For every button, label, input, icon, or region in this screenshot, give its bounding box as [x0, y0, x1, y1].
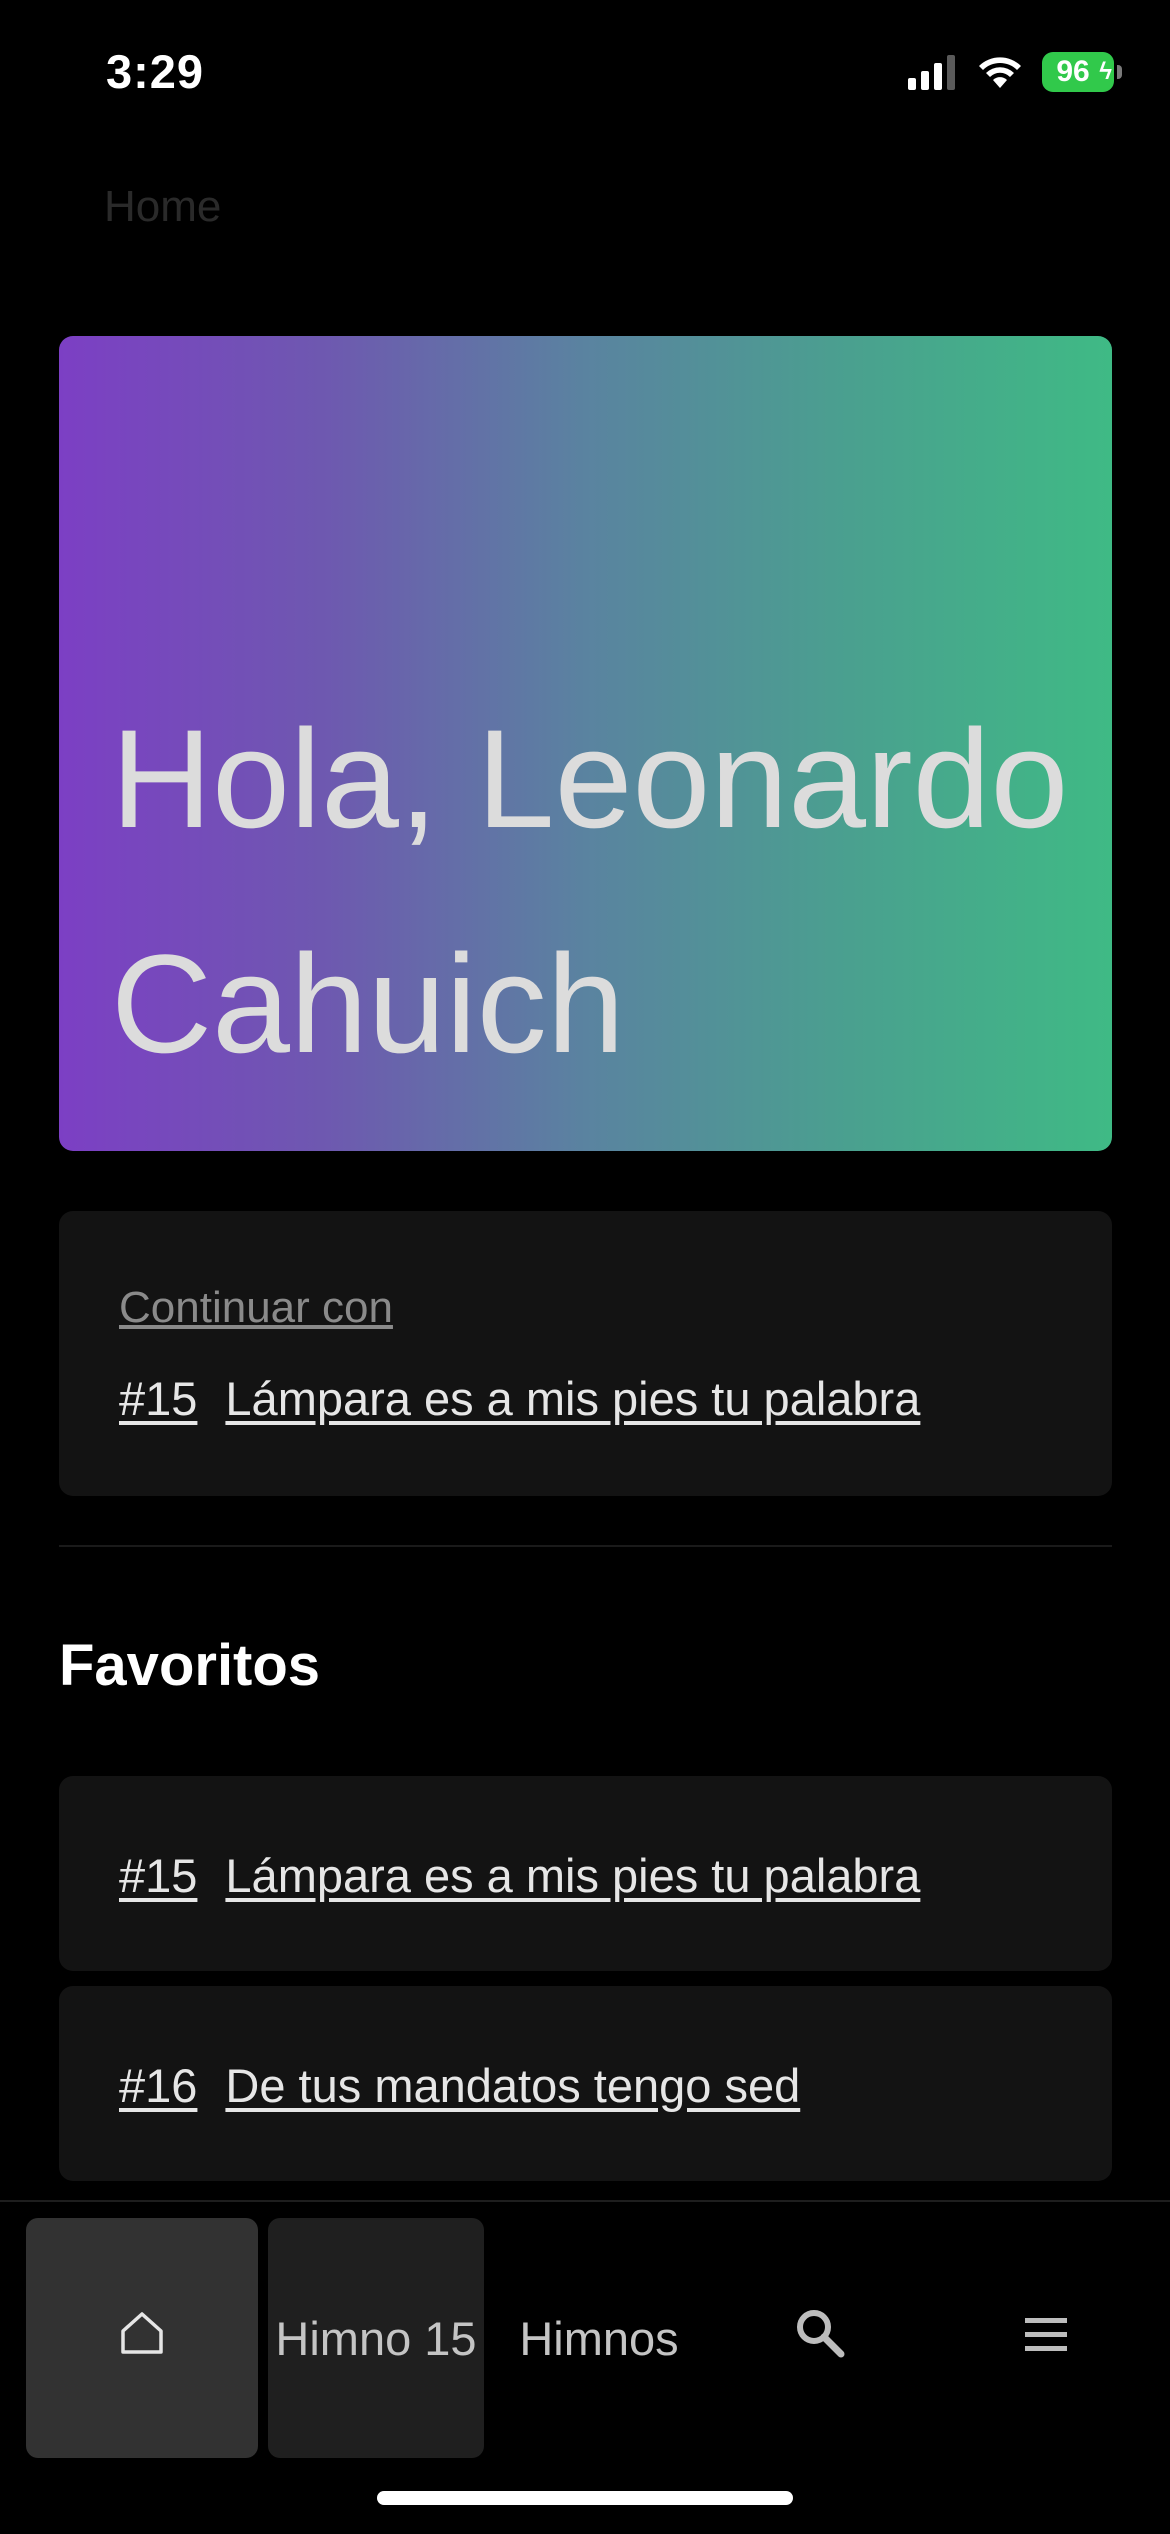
favorite-hymn-link[interactable]: #16 De tus mandatos tengo sed — [119, 2058, 800, 2113]
hymn-number[interactable]: #16 — [119, 2058, 197, 2113]
tab-menu[interactable] — [986, 2218, 1106, 2458]
tab-hymns[interactable]: Himnos — [508, 2218, 690, 2458]
menu-icon — [1023, 2311, 1069, 2366]
tab-current-hymn[interactable]: Himno 15 — [268, 2218, 484, 2458]
section-divider — [59, 1545, 1112, 1547]
battery-nub — [1117, 65, 1122, 79]
favorite-item[interactable]: #15 Lámpara es a mis pies tu palabra — [59, 1776, 1112, 1971]
greeting-banner: Hola, Leonardo Cahuich — [59, 336, 1112, 1151]
continue-card: Continuar con #15 Lámpara es a mis pies … — [59, 1211, 1112, 1496]
home-indicator — [377, 2491, 793, 2505]
battery-level: 96 — [1056, 55, 1090, 88]
status-time: 3:29 — [106, 45, 205, 98]
home-icon — [119, 2310, 165, 2367]
hymn-title[interactable]: Lámpara es a mis pies tu palabra — [225, 1848, 920, 1903]
hymn-title[interactable]: Lámpara es a mis pies tu palabra — [225, 1371, 920, 1426]
favorites-title: Favoritos — [59, 1633, 321, 1698]
tab-search[interactable] — [760, 2218, 880, 2458]
breadcrumb: Home — [104, 182, 222, 231]
greeting-text: Hola, Leonardo Cahuich — [111, 700, 1069, 1082]
bottom-tab-bar: Himno 15 Himnos — [0, 2200, 1170, 2534]
favorite-item[interactable]: #16 De tus mandatos tengo sed — [59, 1986, 1112, 2181]
status-bar: 3:29 96 ϟ — [0, 0, 1170, 150]
hymn-number[interactable]: #15 — [119, 1371, 197, 1426]
favorite-hymn-link[interactable]: #15 Lámpara es a mis pies tu palabra — [119, 1848, 920, 1903]
status-icons: 96 ϟ — [908, 52, 1122, 92]
cellular-signal-icon — [908, 54, 958, 90]
continue-label[interactable]: Continuar con — [119, 1283, 393, 1333]
charging-bolt-icon: ϟ — [1099, 58, 1112, 85]
wifi-icon — [976, 54, 1024, 90]
hymn-title[interactable]: De tus mandatos tengo sed — [225, 2058, 800, 2113]
search-icon — [793, 2306, 847, 2371]
tab-home[interactable] — [26, 2218, 258, 2458]
continue-hymn-link[interactable]: #15 Lámpara es a mis pies tu palabra — [119, 1371, 920, 1426]
battery-indicator: 96 ϟ — [1042, 52, 1122, 92]
hymn-number[interactable]: #15 — [119, 1848, 197, 1903]
